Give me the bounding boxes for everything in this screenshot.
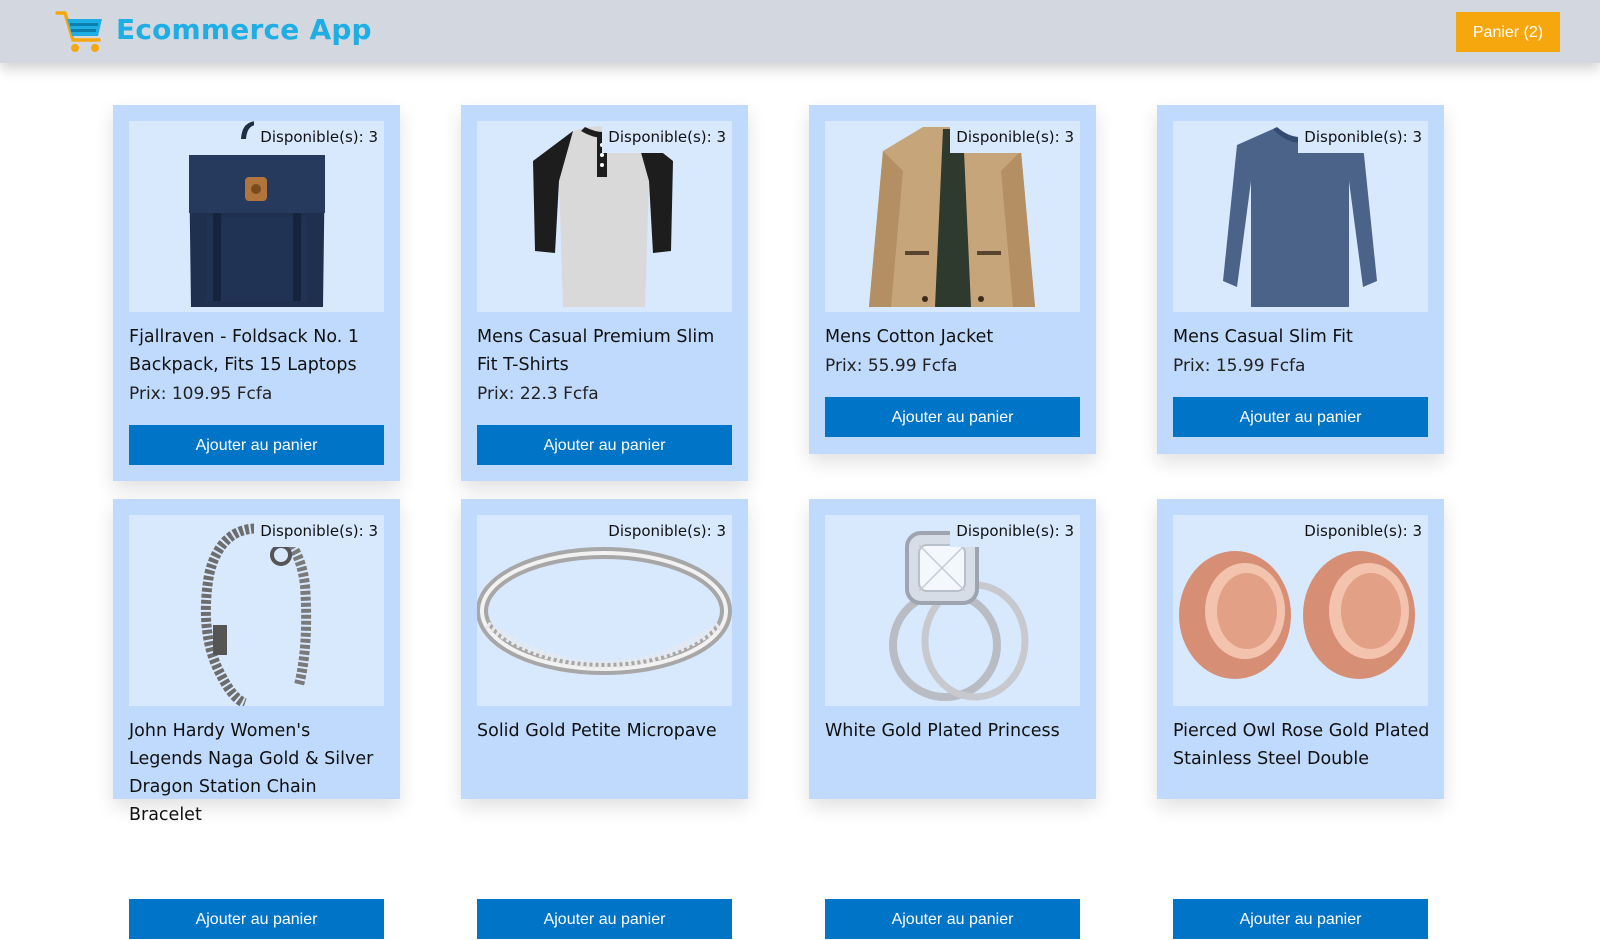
product-price: Prix: 109.95 Fcfa: [129, 384, 273, 404]
product-card: Disponible(s): 3 Mens Casual Slim Fit Pr…: [1157, 105, 1444, 454]
product-title: Mens Cotton Jacket: [825, 327, 994, 347]
add-to-cart-button[interactable]: Ajouter au panier: [129, 425, 384, 465]
app-header: Ecommerce App Panier (2): [0, 0, 1600, 63]
add-to-cart-button[interactable]: Ajouter au panier: [825, 899, 1080, 939]
stock-badge: Disponible(s): 3: [950, 515, 1080, 547]
product-card: Disponible(s): 3 Fjallraven - Foldsack N…: [113, 105, 400, 481]
product-image: Disponible(s): 3: [477, 121, 732, 312]
product-price: Prix: 55.99 Fcfa: [825, 356, 958, 376]
product-title: Mens Casual Premium Slim Fit T-Shirts: [477, 327, 715, 375]
product-card: Disponible(s): 3 White Gold Plated Princ…: [809, 499, 1096, 939]
product-title: Fjallraven - Foldsack No. 1 Backpack, Fi…: [129, 327, 359, 375]
brand-title[interactable]: Ecommerce App: [116, 13, 372, 46]
product-title: Solid Gold Petite Micropave: [477, 721, 717, 741]
product-price: Prix: 15.99 Fcfa: [1173, 356, 1306, 376]
add-to-cart-button[interactable]: Ajouter au panier: [1173, 899, 1428, 939]
product-title: White Gold Plated Princess: [825, 721, 1060, 741]
product-card: Disponible(s): 3 John Hardy Women's Lege…: [113, 499, 400, 939]
product-image: Disponible(s): 3: [1173, 515, 1428, 706]
stock-badge: Disponible(s): 3: [950, 121, 1080, 153]
stock-badge: Disponible(s): 3: [1298, 515, 1428, 547]
product-image: Disponible(s): 3: [477, 515, 732, 706]
stock-badge: Disponible(s): 3: [602, 121, 732, 153]
product-card: Disponible(s): 3 Pierced Owl Rose Gold P…: [1157, 499, 1444, 939]
product-image: Disponible(s): 3: [1173, 121, 1428, 312]
shopping-cart-logo-icon: [55, 11, 102, 52]
product-image: Disponible(s): 3: [129, 121, 384, 312]
product-card: Disponible(s): 3 Mens Casual Premium Sli…: [461, 105, 748, 481]
add-to-cart-button[interactable]: Ajouter au panier: [1173, 397, 1428, 437]
product-title: John Hardy Women's Legends Naga Gold & S…: [129, 721, 374, 825]
product-title: Mens Casual Slim Fit: [1173, 327, 1353, 347]
product-price: Prix: 22.3 Fcfa: [477, 384, 599, 404]
stock-badge: Disponible(s): 3: [254, 121, 384, 153]
add-to-cart-button[interactable]: Ajouter au panier: [477, 899, 732, 939]
stock-badge: Disponible(s): 3: [602, 515, 732, 547]
product-card: Disponible(s): 3 Mens Cotton Jacket Prix…: [809, 105, 1096, 454]
product-title: Pierced Owl Rose Gold Plated Stainless S…: [1173, 721, 1430, 769]
product-card: Disponible(s): 3 Solid Gold Petite Micro…: [461, 499, 748, 939]
product-image: Disponible(s): 3: [129, 515, 384, 706]
stock-badge: Disponible(s): 3: [1298, 121, 1428, 153]
add-to-cart-button[interactable]: Ajouter au panier: [825, 397, 1080, 437]
add-to-cart-button[interactable]: Ajouter au panier: [129, 899, 384, 939]
product-image: Disponible(s): 3: [825, 121, 1080, 312]
stock-badge: Disponible(s): 3: [254, 515, 384, 547]
add-to-cart-button[interactable]: Ajouter au panier: [477, 425, 732, 465]
product-image: Disponible(s): 3: [825, 515, 1080, 706]
cart-button[interactable]: Panier (2): [1456, 12, 1560, 52]
